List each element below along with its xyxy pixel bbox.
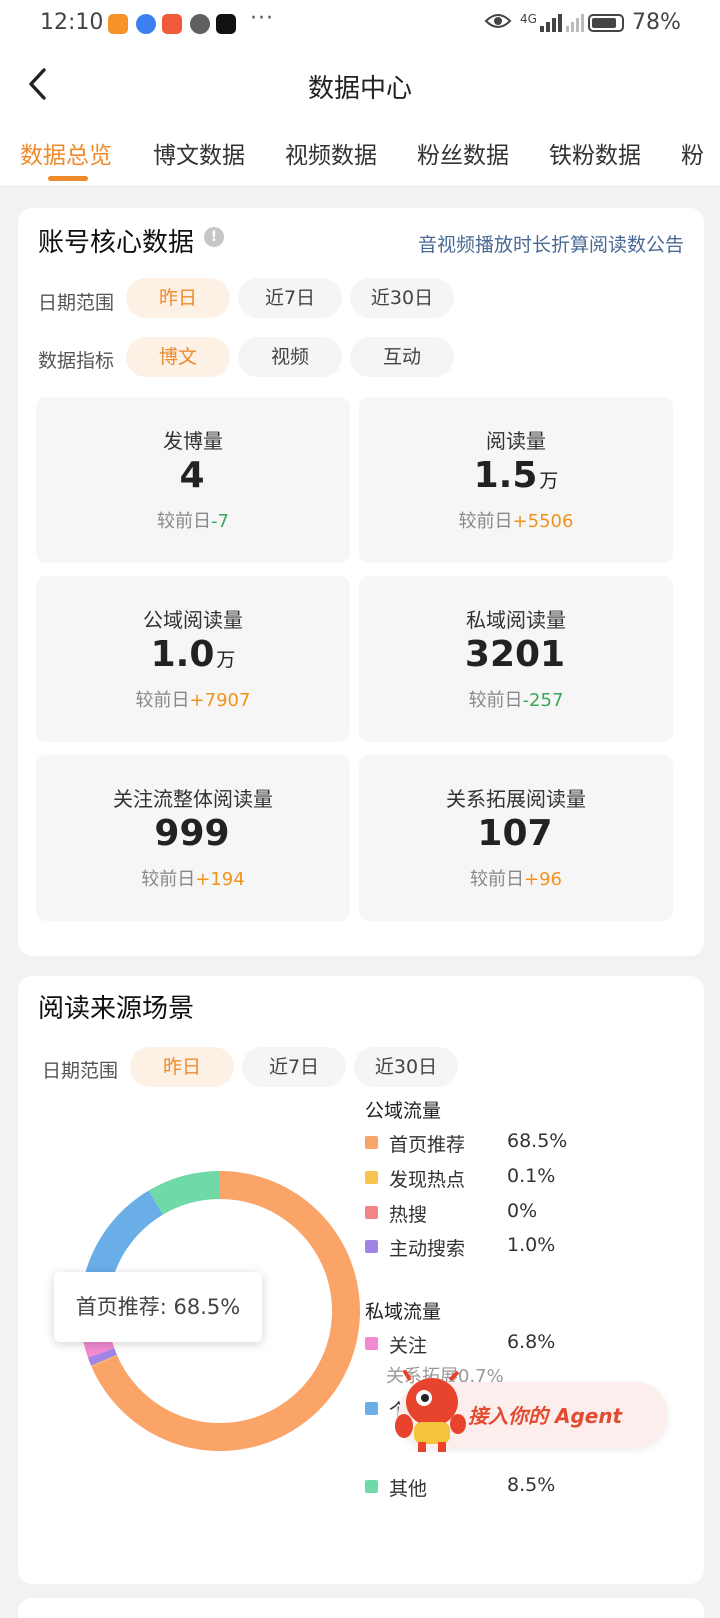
date-range-label: 日期范围 bbox=[38, 292, 115, 314]
legend-swatch bbox=[365, 1240, 378, 1253]
tab-iron-fans[interactable]: 铁粉数据 bbox=[549, 136, 641, 170]
metric-label: 公域阅读量 bbox=[143, 608, 243, 632]
metric-card: 关注流整体阅读量 999 较前日+194 bbox=[36, 755, 350, 921]
signal-icon bbox=[540, 14, 562, 32]
metric-value: 1.0 万 bbox=[150, 634, 236, 675]
tiktok-icon bbox=[216, 14, 236, 34]
metric-card: 私域阅读量 3201 较前日-257 bbox=[359, 576, 673, 742]
date-7d-button[interactable]: 近7日 bbox=[238, 278, 342, 318]
metric-interaction-button[interactable]: 互动 bbox=[350, 337, 454, 377]
browser-icon bbox=[136, 14, 156, 34]
more-notifications-icon: ··· bbox=[250, 6, 274, 31]
public-traffic-title: 公域流量 bbox=[365, 1100, 442, 1122]
header: 数据中心 bbox=[0, 48, 720, 120]
legend-swatch bbox=[365, 1206, 378, 1219]
agent-banner-text: 接入你的 Agent bbox=[468, 1404, 623, 1428]
legend-swatch bbox=[365, 1337, 378, 1350]
metric-value: 4 bbox=[179, 455, 205, 496]
metric-compare: 较前日+5506 bbox=[458, 511, 574, 532]
tab-videos[interactable]: 视频数据 bbox=[285, 136, 377, 170]
legend-item[interactable]: 发现热点 0.1% bbox=[365, 1165, 585, 1191]
legend-item[interactable]: 首页推荐 68.5% bbox=[365, 1130, 585, 1156]
metric-value: 107 bbox=[477, 813, 553, 854]
page-title: 数据中心 bbox=[307, 74, 412, 104]
tab-fans[interactable]: 粉丝数据 bbox=[417, 136, 509, 170]
metric-value: 1.5 万 bbox=[473, 455, 559, 496]
tab-overview[interactable]: 数据总览 bbox=[20, 136, 112, 170]
private-traffic-title: 私域流量 bbox=[365, 1301, 442, 1323]
reading-source-card: 阅读来源场景 日期范围 昨日 近7日 近30日 首页推荐: 68.5% 公域流量… bbox=[18, 976, 704, 1584]
metric-value: 999 bbox=[154, 813, 230, 854]
section-title: 阅读来源场景 bbox=[38, 994, 195, 1024]
metric-label: 关系拓展阅读量 bbox=[446, 787, 586, 811]
metric-compare: 较前日+96 bbox=[470, 869, 562, 890]
metric-label: 关注流整体阅读量 bbox=[113, 787, 273, 811]
tab-bar: 数据总览 博文数据 视频数据 粉丝数据 铁粉数据 粉 bbox=[0, 120, 720, 187]
section-title: 账号核心数据 bbox=[38, 228, 195, 258]
date-7d-button[interactable]: 近7日 bbox=[242, 1047, 346, 1087]
legend-item[interactable]: 关注 6.8% bbox=[365, 1331, 585, 1357]
metric-compare: 较前日-7 bbox=[157, 511, 229, 532]
app-notification-icon bbox=[108, 14, 128, 34]
legend-swatch bbox=[365, 1136, 378, 1149]
date-yesterday-button[interactable]: 昨日 bbox=[126, 278, 230, 318]
battery-percent: 78% bbox=[632, 10, 681, 35]
metric-label: 数据指标 bbox=[38, 350, 115, 372]
metric-card: 关系拓展阅读量 107 较前日+96 bbox=[359, 755, 673, 921]
donut-slice-7[interactable] bbox=[148, 1171, 220, 1215]
metric-value: 3201 bbox=[464, 634, 566, 675]
eye-icon bbox=[484, 14, 512, 28]
date-range-label: 日期范围 bbox=[42, 1060, 119, 1082]
metric-compare: 较前日+7907 bbox=[135, 690, 251, 711]
legend-item[interactable]: 主动搜索 1.0% bbox=[365, 1234, 585, 1260]
chart-tooltip: 首页推荐: 68.5% bbox=[54, 1272, 262, 1342]
metric-label: 阅读量 bbox=[486, 429, 546, 453]
date-30d-button[interactable]: 近30日 bbox=[354, 1047, 458, 1087]
date-yesterday-button[interactable]: 昨日 bbox=[130, 1047, 234, 1087]
tab-more[interactable]: 粉 bbox=[681, 136, 704, 170]
agent-banner-button[interactable]: 接入你的 Agent bbox=[395, 1370, 668, 1452]
status-time: 12:10 bbox=[40, 10, 104, 35]
legend-item[interactable]: 热搜 0% bbox=[365, 1200, 585, 1226]
mascot-icon bbox=[395, 1370, 466, 1452]
metric-posts-button[interactable]: 博文 bbox=[126, 337, 230, 377]
status-bar: 12:10 ··· 4G 78% bbox=[0, 0, 720, 48]
notice-link[interactable]: 音视频播放时长折算阅读数公告 bbox=[418, 230, 684, 257]
metric-compare: 较前日-257 bbox=[468, 690, 564, 711]
legend-swatch bbox=[365, 1402, 378, 1415]
legend-swatch bbox=[365, 1171, 378, 1184]
metric-video-button[interactable]: 视频 bbox=[238, 337, 342, 377]
metric-card: 公域阅读量 1.0 万 较前日+7907 bbox=[36, 576, 350, 742]
metric-label: 发博量 bbox=[163, 429, 223, 453]
next-card bbox=[18, 1598, 704, 1618]
wechat-icon bbox=[190, 14, 210, 34]
metric-card: 发博量 4 较前日-7 bbox=[36, 397, 350, 563]
tab-posts[interactable]: 博文数据 bbox=[153, 136, 245, 170]
legend-swatch bbox=[365, 1480, 378, 1493]
metric-label: 私域阅读量 bbox=[466, 608, 566, 632]
app-notification-icon-2 bbox=[162, 14, 182, 34]
active-tab-indicator bbox=[48, 176, 88, 181]
date-30d-button[interactable]: 近30日 bbox=[350, 278, 454, 318]
battery-icon bbox=[588, 14, 624, 32]
legend-item[interactable]: 其他 8.5% bbox=[365, 1474, 585, 1500]
core-data-card: 账号核心数据 ! 音视频播放时长折算阅读数公告 日期范围 昨日 近7日 近30日… bbox=[18, 208, 704, 956]
network-type: 4G bbox=[520, 12, 537, 26]
signal-icon-2 bbox=[566, 14, 584, 32]
info-icon[interactable]: ! bbox=[204, 227, 224, 247]
metric-compare: 较前日+194 bbox=[141, 869, 245, 890]
metric-card: 阅读量 1.5 万 较前日+5506 bbox=[359, 397, 673, 563]
